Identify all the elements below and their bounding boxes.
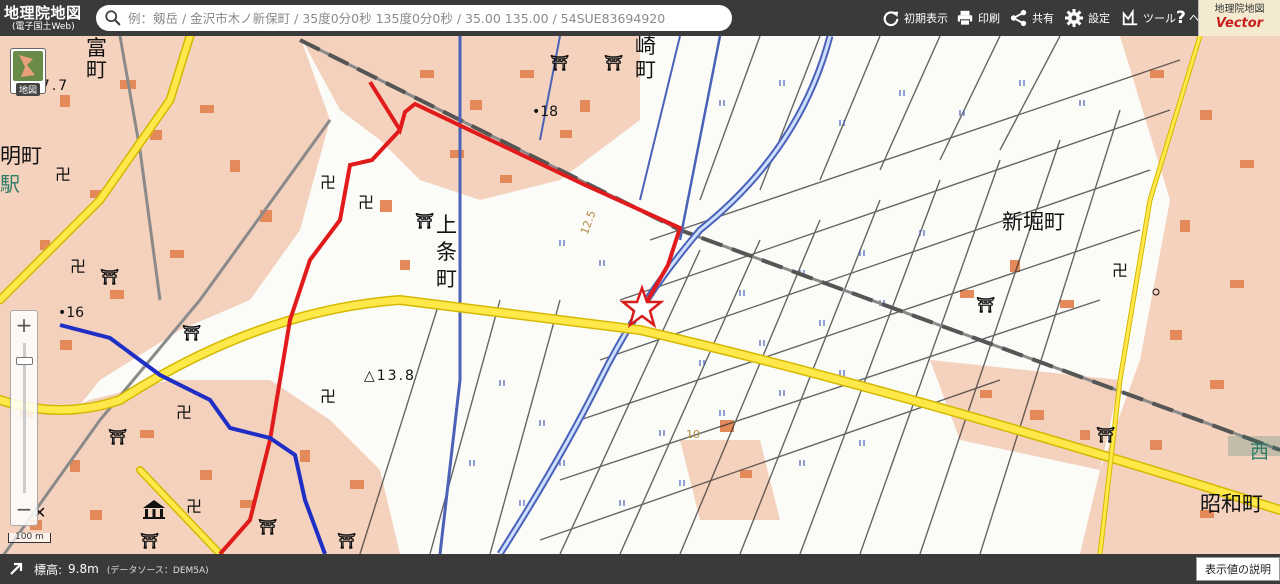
layer-switch-button[interactable]: 地図: [10, 48, 46, 96]
place-label-mei: 明町: [0, 144, 42, 168]
print-icon: [957, 10, 973, 26]
svg-text:⛩: ⛩: [415, 212, 434, 230]
elevation-bar: 標高: 9.8m (データソース：DEM5A): [0, 554, 1280, 584]
badge-top-text: 地理院地図: [1214, 4, 1265, 15]
map-svg: 卍卍卍 卍卍卍 卍卍✕ ⛩ ⛩⛩ ⛩⛩⛩ ⛩⛩⛩ ⛩⛩: [0, 36, 1280, 554]
svg-text:⛩: ⛩: [108, 428, 127, 446]
place-label-kamijo: 上 条 町: [436, 213, 457, 291]
place-label-machi1: 町: [86, 58, 107, 82]
svg-text:⛩: ⛩: [258, 518, 277, 536]
gear-icon: [1065, 9, 1083, 27]
map-canvas[interactable]: 卍卍卍 卍卍卍 卍卍 ✕ ⛩ ⛩ ⛩ ⛩ ⛩ ⛩ ⛩ ⛩ ⛩ ⛩ ⛩ 富 町 崎 町 明町 駅 …: [0, 36, 1280, 554]
settings-label: 設定: [1088, 12, 1110, 25]
tools-label: ツール: [1143, 12, 1176, 25]
app-logo[interactable]: 地理院地図 (電子国土Web): [0, 0, 92, 36]
place-label-shinbori: 新堀町: [1002, 210, 1065, 234]
tool-icon: [1122, 9, 1138, 26]
svg-text:卍: 卍: [1112, 261, 1128, 280]
spot-height-138: △13.8: [364, 368, 416, 384]
svg-text:卍: 卍: [320, 173, 336, 192]
share-button[interactable]: 共有: [1010, 0, 1054, 36]
svg-text:卍: 卍: [320, 387, 336, 406]
initial-view-button[interactable]: 初期表示: [882, 0, 948, 36]
zoom-in-button[interactable]: +: [11, 313, 37, 339]
share-icon: [1010, 9, 1027, 27]
spot-height-16: •16: [58, 305, 85, 321]
tools-button[interactable]: ツール: [1121, 0, 1176, 36]
station-label-nishi: 西: [1250, 441, 1270, 463]
zoom-slider-track[interactable]: [23, 343, 26, 493]
search-input[interactable]: [128, 10, 718, 26]
zoom-control: + −: [10, 310, 38, 526]
svg-text:卍: 卍: [70, 257, 86, 276]
svg-text:⛩: ⛩: [1096, 426, 1115, 444]
vector-map-badge[interactable]: 地理院地図 Vector: [1198, 0, 1280, 36]
search-box[interactable]: [96, 5, 732, 31]
zoom-slider-handle[interactable]: [16, 357, 33, 365]
reload-icon: [883, 11, 899, 27]
elevation-label: 標高:: [34, 562, 63, 577]
settings-button[interactable]: 設定: [1064, 0, 1110, 36]
svg-text:⛩: ⛩: [976, 296, 995, 314]
scale-bar: 100 m: [8, 533, 51, 543]
elevation-source: (データソース：DEM5A): [106, 565, 209, 576]
svg-text:卍: 卍: [176, 403, 192, 422]
place-label-showa: 昭和町: [1200, 492, 1263, 516]
station-label-eki: 駅: [0, 172, 20, 196]
value-explanation-button[interactable]: 表示値の説明: [1196, 557, 1280, 581]
print-label: 印刷: [978, 12, 1000, 25]
svg-text:⛩: ⛩: [604, 54, 623, 72]
svg-text:⛩: ⛩: [550, 54, 569, 72]
svg-text:⛩: ⛩: [100, 268, 119, 286]
svg-text:⛩: ⛩: [140, 532, 159, 550]
spot-height-18: •18: [532, 104, 559, 120]
badge-vector-text: Vector: [1215, 16, 1264, 31]
svg-text:卍: 卍: [186, 497, 202, 516]
search-icon: [105, 10, 121, 26]
share-label: 共有: [1032, 12, 1054, 25]
svg-text:⛩: ⛩: [182, 324, 201, 342]
help-icon: ?: [1176, 8, 1186, 28]
svg-text:卍: 卍: [358, 193, 374, 212]
top-bar: 地理院地図 (電子国土Web) 初期表示 印刷 共有: [0, 0, 1280, 36]
logo-title: 地理院地図: [4, 3, 82, 22]
elevation-value: 9.8m: [68, 562, 99, 576]
map-thumbnail-icon: [13, 51, 43, 81]
print-button[interactable]: 印刷: [956, 0, 1000, 36]
place-label-machi2: 町: [635, 58, 656, 82]
svg-text:⛩: ⛩: [337, 532, 356, 550]
svg-text:卍: 卍: [55, 165, 71, 184]
layer-thumb-label: 地図: [15, 83, 40, 96]
initial-view-label: 初期表示: [904, 12, 948, 25]
zoom-out-button[interactable]: −: [11, 497, 37, 523]
arrow-icon[interactable]: [8, 561, 24, 577]
logo-subtitle: (電子国土Web): [12, 21, 75, 32]
contour-label-10: 10: [686, 428, 700, 441]
